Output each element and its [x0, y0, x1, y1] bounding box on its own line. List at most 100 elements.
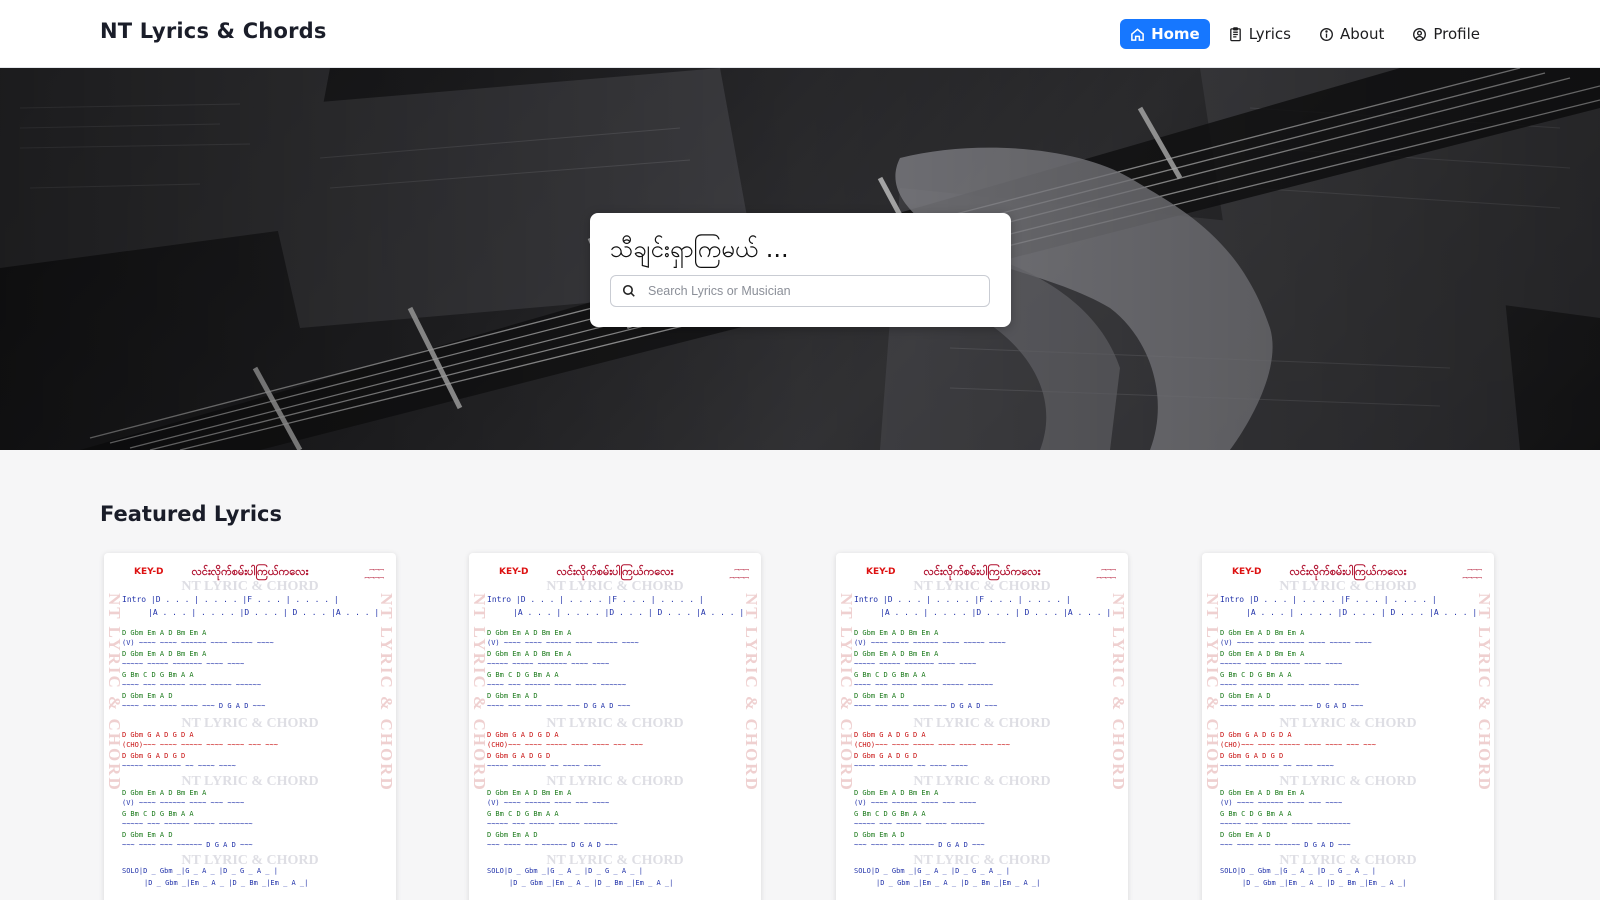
sheet-line: SOLO|D _ Gbm _|G _ A _ |D _ G _ A _ | — [487, 867, 643, 875]
sheet-line: (V) ~~~~ ~~~~~~ ~~~~ ~~~ ~~~~ — [122, 799, 245, 807]
lyric-card[interactable]: NT LYRIC & CHORD NT LYRIC & CHORD KEY-D … — [1202, 553, 1494, 900]
lyric-sheet-thumbnail: NT LYRIC & CHORD NT LYRIC & CHORD KEY-D … — [469, 553, 761, 900]
sheet-line: (V) ~~~~ ~~~~~~ ~~~~ ~~~ ~~~~ — [854, 799, 977, 807]
sheet-line: D Gbm G A D G D — [487, 752, 551, 760]
watermark-center: NT LYRIC & CHORD — [1279, 774, 1417, 789]
sheet-line: ~~~ ~~~~ ~~~ ~~~~~~ D G A D ~~~ — [487, 841, 618, 849]
sheet-line: ~~~ ~~~~ ~~~ ~~~~~~ D G A D ~~~ — [1220, 841, 1351, 849]
nav-profile-label: Profile — [1433, 25, 1480, 43]
hero-banner: သီချင်းရှာကြမယ် ... — [0, 68, 1600, 450]
sheet-line: D Gbm Em A D — [122, 692, 173, 700]
sheet-line: |A . . . | . . . . |D . . . | D . . . |A… — [513, 608, 745, 617]
sheet-line: Intro |D . . . | . . . . |F . . . | . . … — [1220, 595, 1437, 604]
sheet-line: |A . . . | . . . . |D . . . | D . . . |A… — [148, 608, 380, 617]
watermark-side-left: NT LYRIC & CHORD — [470, 593, 489, 792]
nav-home-label: Home — [1151, 25, 1200, 43]
sheet-line: D Gbm Em A D — [854, 692, 905, 700]
watermark-center: NT LYRIC & CHORD — [1279, 716, 1417, 731]
sheet-line: ~~~~ ~~~ ~~~~~~ ~~~~ ~~~~~ ~~~~~~ — [487, 681, 627, 689]
watermark-center: NT LYRIC & CHORD — [1279, 579, 1417, 594]
sheet-line: D Gbm Em A D Bm Em A — [1220, 629, 1305, 637]
sheet-line: D Gbm Em A D — [854, 831, 905, 839]
sheet-line: D Gbm G A D G D A — [1220, 731, 1292, 739]
sheet-line: (V) ~~~~ ~~~~~~ ~~~~ ~~~ ~~~~ — [487, 799, 610, 807]
sheet-line: D Gbm Em A D Bm Em A — [854, 650, 939, 658]
sheet-line: D Gbm G A D G D — [854, 752, 918, 760]
watermark-center: NT LYRIC & CHORD — [181, 579, 319, 594]
watermark-side-right: NT LYRIC & CHORD — [1475, 593, 1494, 792]
sheet-line: SOLO|D _ Gbm _|G _ A _ |D _ G _ A _ | — [1220, 867, 1376, 875]
watermark-side-left: NT LYRIC & CHORD — [105, 593, 124, 792]
sheet-line: D Gbm Em A D — [1220, 692, 1271, 700]
lyric-sheet-thumbnail: NT LYRIC & CHORD NT LYRIC & CHORD KEY-D … — [1202, 553, 1494, 900]
section-title-featured: Featured Lyrics — [100, 502, 282, 526]
sheet-line: G Bm C D G Bm A A — [854, 671, 926, 679]
watermark-side-right: NT LYRIC & CHORD — [377, 593, 396, 792]
watermark-center: NT LYRIC & CHORD — [913, 579, 1051, 594]
sheet-line: G Bm C D G Bm A A — [1220, 810, 1292, 818]
sheet-line: (CHO)~~~ ~~~~ ~~~~~ ~~~~ ~~~~ ~~~ ~~~ — [1220, 741, 1376, 749]
sheet-line: D Gbm Em A D Bm Em A — [122, 629, 207, 637]
sheet-line: G Bm C D G Bm A A — [1220, 671, 1292, 679]
watermark-center: NT LYRIC & CHORD — [913, 716, 1051, 731]
sheet-line: D Gbm Em A D Bm Em A — [1220, 789, 1305, 797]
watermark-center: NT LYRIC & CHORD — [546, 579, 684, 594]
sheet-line: D Gbm G A D G D A — [487, 731, 559, 739]
document-icon — [1229, 26, 1241, 41]
sheet-line: D Gbm Em A D — [487, 831, 538, 839]
sheet-line: |D _ Gbm _|Em _ A _ |D _ Bm _|Em _ A _| — [876, 879, 1041, 887]
sheet-line: ~~~~~ ~~~~~~~~ ~~ ~~~~ ~~~~ — [854, 762, 968, 770]
sheet-line: (CHO)~~~ ~~~~ ~~~~~ ~~~~ ~~~~ ~~~ ~~~ — [487, 741, 643, 749]
sheet-line: SOLO|D _ Gbm _|G _ A _ |D _ G _ A _ | — [854, 867, 1010, 875]
watermark-side-right: NT LYRIC & CHORD — [1109, 593, 1128, 792]
sheet-line: D Gbm G A D G D A — [854, 731, 926, 739]
watermark-center: NT LYRIC & CHORD — [913, 774, 1051, 789]
search-icon — [622, 284, 635, 297]
sheet-line: D Gbm G A D G D A — [122, 731, 194, 739]
watermark-center: NT LYRIC & CHORD — [546, 774, 684, 789]
sheet-line: ~~~ ~~~~ ~~~ ~~~~~~ D G A D ~~~ — [122, 841, 253, 849]
sheet-line: D Gbm Em A D — [122, 831, 173, 839]
lyric-card[interactable]: NT LYRIC & CHORD NT LYRIC & CHORD KEY-D … — [104, 553, 396, 900]
lyric-card[interactable]: NT LYRIC & CHORD NT LYRIC & CHORD KEY-D … — [836, 553, 1128, 900]
lyric-sheet-thumbnail: NT LYRIC & CHORD NT LYRIC & CHORD KEY-D … — [836, 553, 1128, 900]
sheet-line: D Gbm Em A D Bm Em A — [122, 789, 207, 797]
nav-about[interactable]: About — [1309, 19, 1394, 49]
sheet-line: G Bm C D G Bm A A — [487, 671, 559, 679]
sheet-line: ~~~~~ ~~~~~~~~ ~~ ~~~~ ~~~~ — [487, 762, 601, 770]
sheet-line: G Bm C D G Bm A A — [122, 810, 194, 818]
sheet-line: ~~~~ ~~~ ~~~~~~ ~~~~ ~~~~~ ~~~~~~ — [854, 681, 994, 689]
home-icon — [1131, 27, 1144, 41]
watermark-center: NT LYRIC & CHORD — [181, 774, 319, 789]
brand-logo[interactable]: NT Lyrics & Chords — [100, 19, 327, 43]
sheet-line: (CHO)~~~ ~~~~ ~~~~~ ~~~~ ~~~~ ~~~ ~~~ — [122, 741, 278, 749]
sheet-line: D Gbm Em A D — [487, 692, 538, 700]
sheet-line: ~~~~~ ~~~~~ ~~~~~~~ ~~~~ ~~~~ — [1220, 660, 1343, 668]
sheet-line: D Gbm Em A D — [1220, 831, 1271, 839]
nav-profile[interactable]: Profile — [1402, 19, 1490, 49]
search-title: သီချင်းရှာကြမယ် ... — [610, 235, 789, 263]
sheet-line: D Gbm Em A D Bm Em A — [854, 789, 939, 797]
nav-home[interactable]: Home — [1120, 19, 1210, 49]
main-nav: Home Lyrics About Profile — [1120, 19, 1490, 49]
watermark-center: NT LYRIC & CHORD — [546, 716, 684, 731]
sheet-line: D Gbm Em A D Bm Em A — [854, 629, 939, 637]
sheet-line: ~~~~~ ~~~ ~~~~~~ ~~~~~ ~~~~~~~~ — [854, 820, 985, 828]
search-input[interactable] — [648, 284, 968, 298]
sheet-line: ~~~~ ~~~ ~~~~~~ ~~~~ ~~~~~ ~~~~~~ — [1220, 681, 1360, 689]
sheet-line: ~~~~~ ~~~~~~~~ ~~ ~~~~ ~~~~ — [122, 762, 236, 770]
sheet-line: ~~~~~ ~~~ ~~~~~~ ~~~~~ ~~~~~~~~ — [1220, 820, 1351, 828]
nav-lyrics[interactable]: Lyrics — [1218, 19, 1301, 49]
sheet-line: Intro |D . . . | . . . . |F . . . | . . … — [122, 595, 339, 604]
nav-lyrics-label: Lyrics — [1248, 25, 1291, 43]
sheet-line: ~~~~ ~~~ ~~~~ ~~~~ ~~~ D G A D ~~~ — [487, 702, 631, 710]
sheet-line: ~~~~ ~~~ ~~~~ ~~~~ ~~~ D G A D ~~~ — [122, 702, 266, 710]
sheet-line: ~~~~ ~~~ ~~~~ ~~~~ ~~~ D G A D ~~~ — [854, 702, 998, 710]
sheet-line: ~~~~ ~~~ ~~~~ ~~~~ ~~~ D G A D ~~~ — [1220, 702, 1364, 710]
watermark-side-left: NT LYRIC & CHORD — [837, 593, 856, 792]
sheet-line: ~~~~ ~~~ ~~~~~~ ~~~~ ~~~~~ ~~~~~~ — [122, 681, 262, 689]
sheet-line: ~~~~~ ~~~~~ ~~~~~~~ ~~~~ ~~~~ — [122, 660, 245, 668]
lyric-card[interactable]: NT LYRIC & CHORD NT LYRIC & CHORD KEY-D … — [469, 553, 761, 900]
search-box[interactable] — [610, 275, 990, 307]
sheet-line: ~~~~~ ~~~ ~~~~~~ ~~~~~ ~~~~~~~~ — [487, 820, 618, 828]
